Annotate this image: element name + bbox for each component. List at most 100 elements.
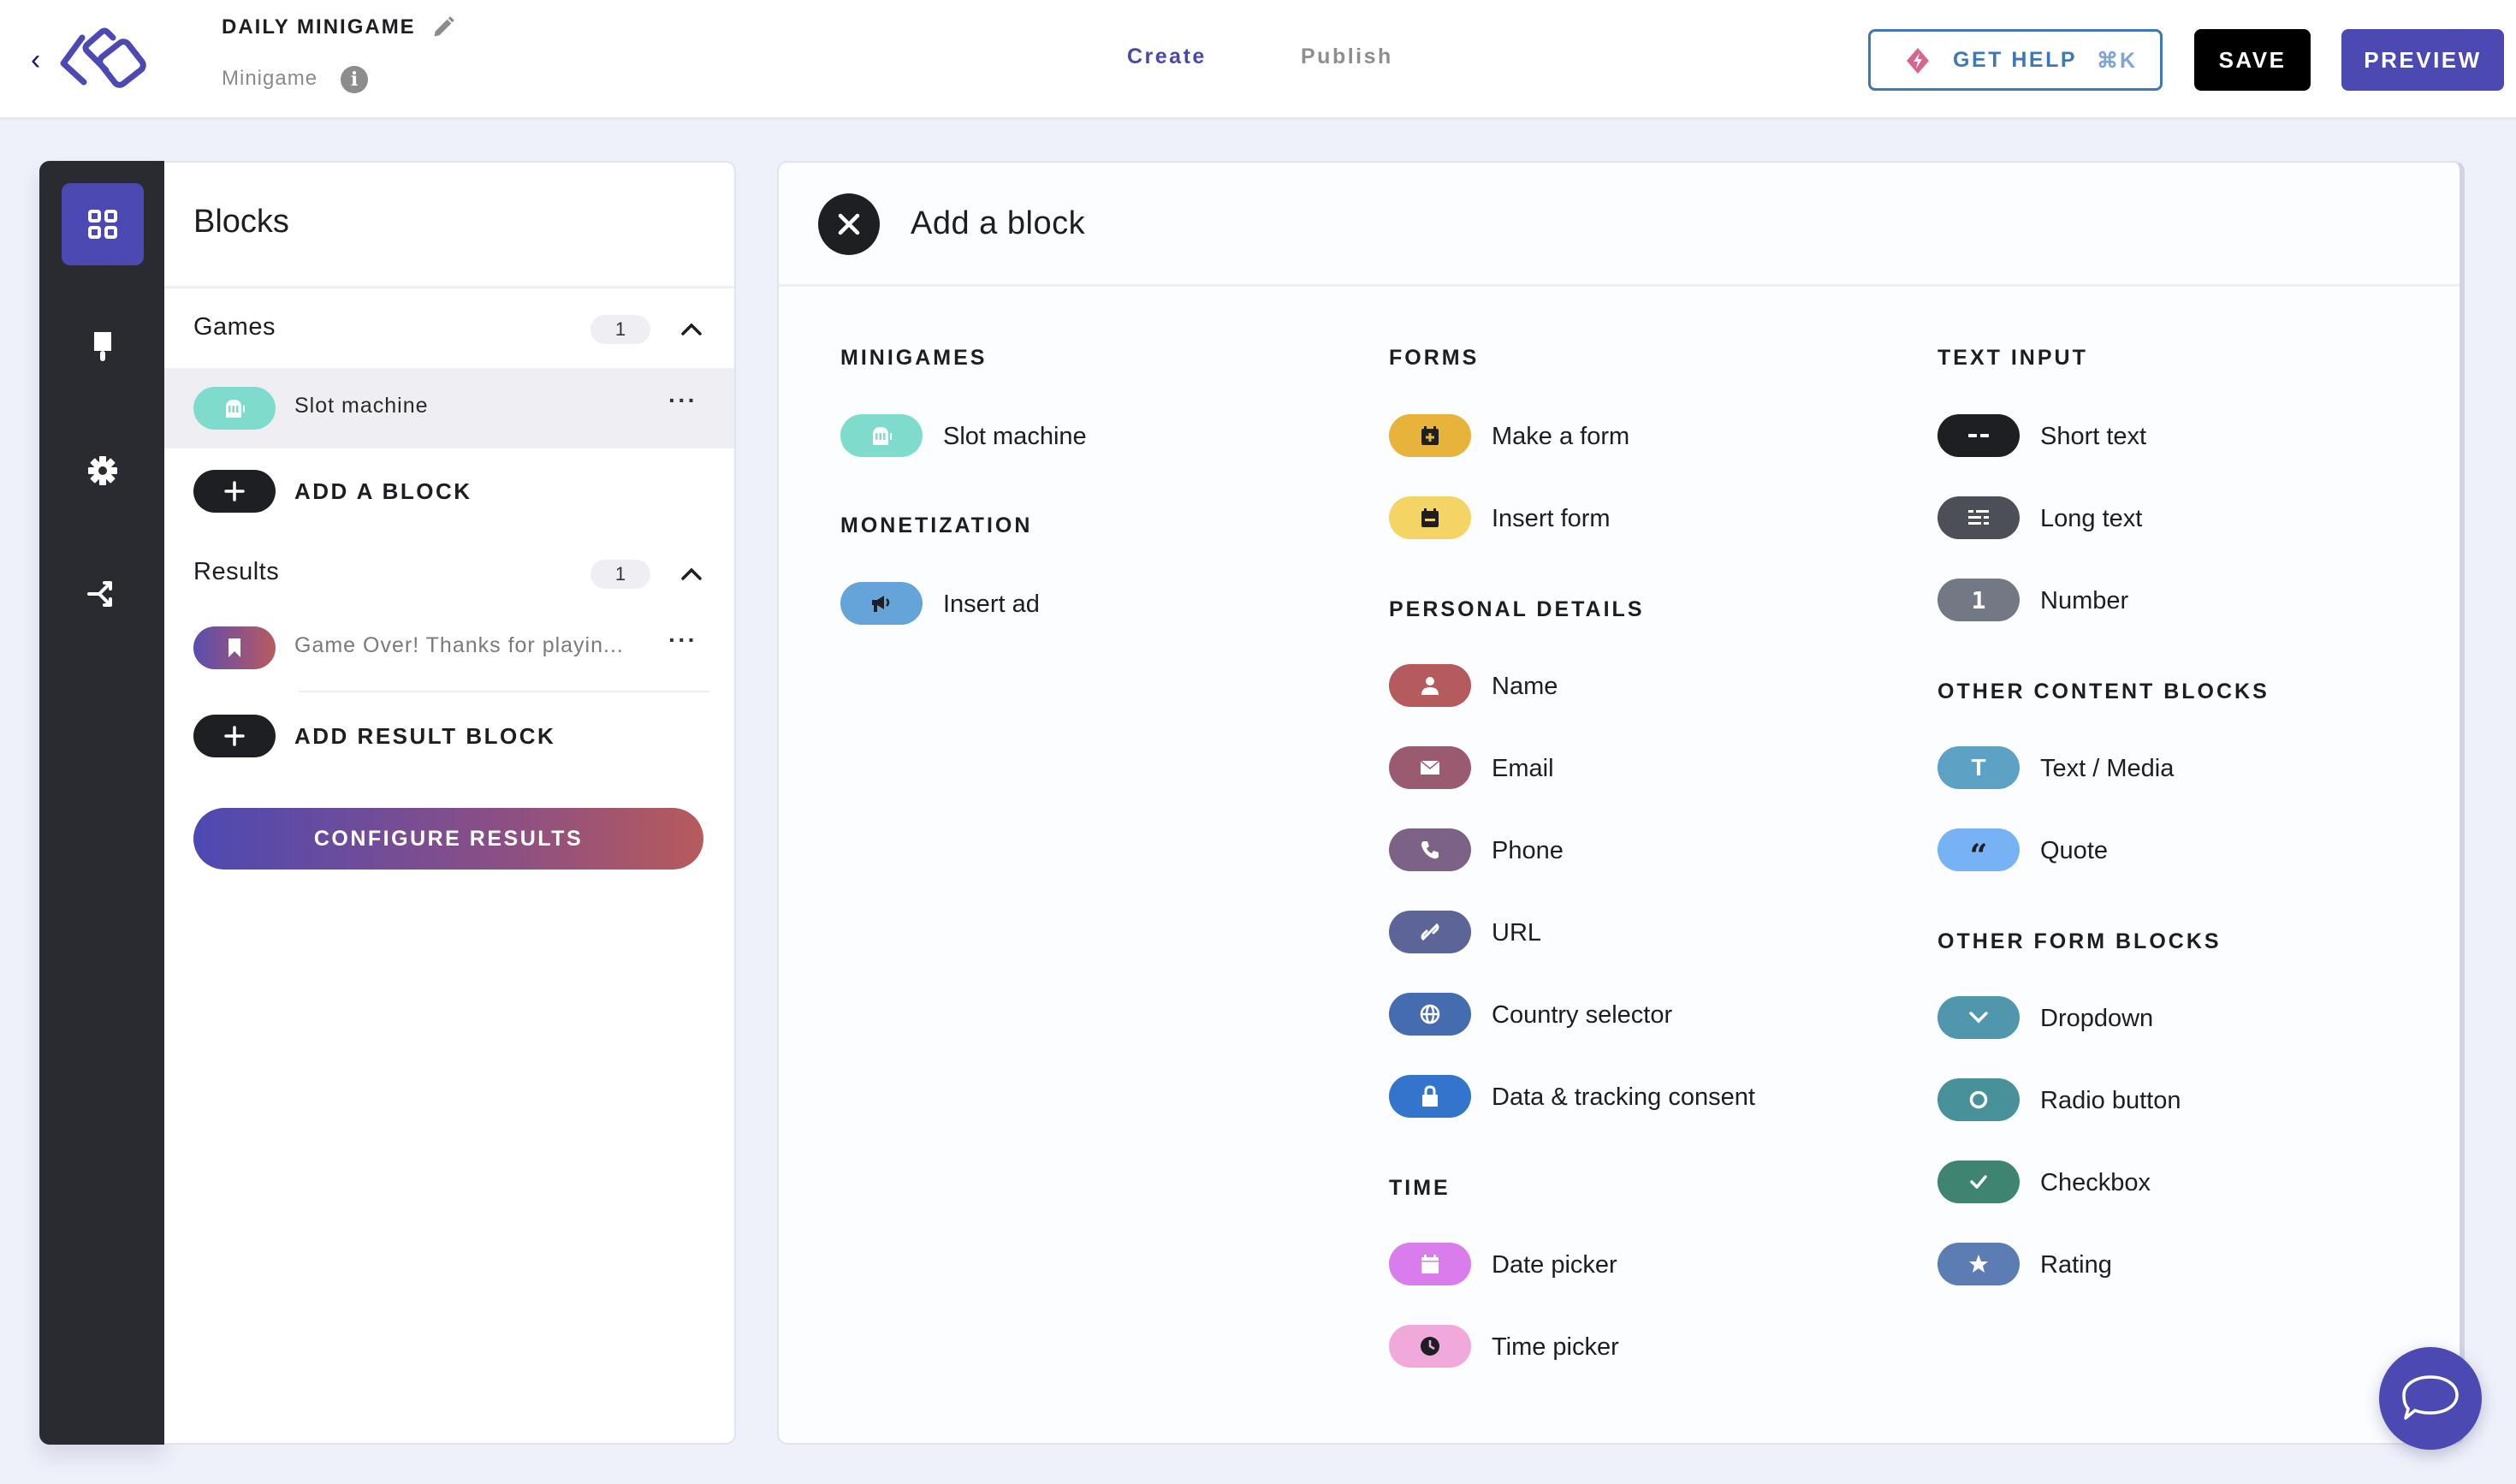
add-url[interactable]: URL bbox=[1389, 911, 1834, 955]
tab-publish[interactable]: Publish bbox=[1301, 45, 1393, 69]
add-block-button[interactable]: ADD A BLOCK bbox=[193, 466, 673, 517]
blocks-panel-title: Blocks bbox=[193, 204, 289, 240]
add-text-media[interactable]: T Text / Media bbox=[1937, 746, 2382, 791]
add-block-label: ADD A BLOCK bbox=[294, 478, 472, 504]
add-insert-ad[interactable]: Insert ad bbox=[840, 582, 1285, 626]
project-title: DAILY MINIGAME bbox=[222, 15, 416, 39]
block-item-slot-machine[interactable]: Slot machine ··· bbox=[164, 368, 734, 448]
item-label: Date picker bbox=[1492, 1251, 1617, 1279]
item-label: Slot machine bbox=[943, 423, 1087, 450]
megaphone-icon bbox=[840, 582, 923, 625]
add-radio-button[interactable]: Radio button bbox=[1937, 1078, 2382, 1123]
back-button[interactable]: ‹ bbox=[31, 45, 51, 75]
edit-pencil-icon[interactable] bbox=[431, 15, 455, 39]
configure-results-button[interactable]: CONFIGURE RESULTS bbox=[193, 808, 703, 870]
chevron-up-icon[interactable] bbox=[678, 315, 705, 342]
add-dropdown[interactable]: Dropdown bbox=[1937, 996, 2382, 1041]
chat-bubble-icon bbox=[2402, 1375, 2459, 1420]
group-count-badge: 1 bbox=[590, 315, 650, 344]
more-options-icon[interactable]: ··· bbox=[666, 628, 700, 657]
chevron-up-icon[interactable] bbox=[678, 560, 705, 587]
add-time-picker[interactable]: Time picker bbox=[1389, 1325, 1834, 1369]
globe-icon bbox=[1389, 993, 1471, 1036]
add-long-text[interactable]: Long text bbox=[1937, 496, 2382, 541]
item-label: Quote bbox=[2040, 837, 2108, 864]
section-title-other-form-blocks: OTHER FORM BLOCKS bbox=[1937, 929, 2222, 953]
short-text-icon bbox=[1937, 414, 2020, 457]
star-icon bbox=[1937, 1243, 2020, 1285]
group-header-results[interactable]: Results 1 bbox=[193, 548, 715, 599]
calendar-plus-icon bbox=[1389, 414, 1471, 457]
divider bbox=[164, 286, 734, 288]
bookmark-icon bbox=[193, 626, 276, 669]
add-make-a-form[interactable]: Make a form bbox=[1389, 414, 1834, 459]
app-logo-icon[interactable] bbox=[56, 26, 156, 94]
long-text-icon bbox=[1937, 496, 2020, 539]
item-label: Insert form bbox=[1492, 505, 1611, 532]
calendar-form-icon bbox=[1389, 496, 1471, 539]
add-block-panel: Add a block MINIGAMES Slot machine MONET… bbox=[777, 161, 2465, 1445]
chevron-down-icon bbox=[1937, 996, 2020, 1039]
check-icon bbox=[1937, 1160, 2020, 1203]
item-label: Long text bbox=[2040, 505, 2143, 532]
slot-machine-icon bbox=[193, 387, 276, 430]
gear-icon bbox=[88, 456, 117, 485]
add-country-selector[interactable]: Country selector bbox=[1389, 993, 1834, 1037]
side-rail bbox=[39, 161, 164, 1445]
add-slot-machine[interactable]: Slot machine bbox=[840, 414, 1285, 459]
item-label: Data & tracking consent bbox=[1492, 1083, 1755, 1111]
add-checkbox[interactable]: Checkbox bbox=[1937, 1160, 2382, 1205]
text-icon: T bbox=[1937, 746, 2020, 789]
rail-flow-button[interactable] bbox=[62, 553, 144, 635]
close-button[interactable] bbox=[818, 193, 880, 255]
rail-settings-button[interactable] bbox=[62, 430, 144, 512]
tab-create[interactable]: Create bbox=[1127, 45, 1207, 69]
grid-icon bbox=[88, 210, 117, 239]
item-label: Checkbox bbox=[2040, 1169, 2151, 1196]
plus-icon bbox=[193, 715, 276, 757]
add-quote[interactable]: “ Quote bbox=[1937, 828, 2382, 873]
more-options-icon[interactable]: ··· bbox=[666, 389, 700, 418]
item-label: Phone bbox=[1492, 837, 1564, 864]
add-name[interactable]: Name bbox=[1389, 664, 1834, 709]
group-header-games[interactable]: Games 1 bbox=[193, 303, 715, 354]
add-result-block-button[interactable]: ADD RESULT BLOCK bbox=[193, 710, 673, 762]
lightning-diamond-icon bbox=[1907, 48, 1929, 74]
blocks-panel: Blocks Games 1 Slot machine ··· ADD A BL… bbox=[164, 161, 736, 1445]
add-data-tracking-consent[interactable]: Data & tracking consent bbox=[1389, 1075, 1834, 1119]
item-label: Email bbox=[1492, 755, 1554, 782]
section-title-other-content-blocks: OTHER CONTENT BLOCKS bbox=[1937, 680, 2270, 703]
block-item-result[interactable]: Game Over! Thanks for playin... ··· bbox=[164, 608, 734, 688]
add-result-block-label: ADD RESULT BLOCK bbox=[294, 723, 556, 749]
section-title-forms: FORMS bbox=[1389, 346, 1480, 370]
shortcut-hint: ⌘K bbox=[2097, 49, 2138, 73]
add-phone[interactable]: Phone bbox=[1389, 828, 1834, 873]
item-label: Rating bbox=[2040, 1251, 2112, 1279]
info-icon[interactable]: i bbox=[341, 66, 368, 93]
add-rating[interactable]: Rating bbox=[1937, 1243, 2382, 1287]
item-label: Name bbox=[1492, 673, 1558, 700]
preview-button[interactable]: PREVIEW bbox=[2341, 29, 2504, 91]
add-short-text[interactable]: Short text bbox=[1937, 414, 2382, 459]
close-icon bbox=[838, 213, 860, 235]
envelope-icon bbox=[1389, 746, 1471, 789]
item-label: Number bbox=[2040, 587, 2129, 614]
phone-icon bbox=[1389, 828, 1471, 871]
rail-blocks-button[interactable] bbox=[62, 183, 144, 265]
add-insert-form[interactable]: Insert form bbox=[1389, 496, 1834, 541]
get-help-button[interactable]: GET HELP ⌘K bbox=[1868, 29, 2163, 91]
group-name: Results bbox=[193, 558, 280, 585]
plus-icon bbox=[193, 470, 276, 513]
add-date-picker[interactable]: Date picker bbox=[1389, 1243, 1834, 1287]
section-title-personal-details: PERSONAL DETAILS bbox=[1389, 597, 1645, 621]
paintbrush-icon bbox=[94, 332, 111, 361]
divider bbox=[779, 284, 2460, 287]
add-email[interactable]: Email bbox=[1389, 746, 1834, 791]
item-label: Insert ad bbox=[943, 591, 1040, 618]
chat-support-button[interactable] bbox=[2379, 1347, 2482, 1450]
save-button[interactable]: SAVE bbox=[2194, 29, 2311, 91]
add-number[interactable]: 1 Number bbox=[1937, 579, 2382, 623]
rail-design-button[interactable] bbox=[62, 306, 144, 389]
item-label: Country selector bbox=[1492, 1001, 1673, 1029]
item-label: Radio button bbox=[2040, 1087, 2181, 1114]
